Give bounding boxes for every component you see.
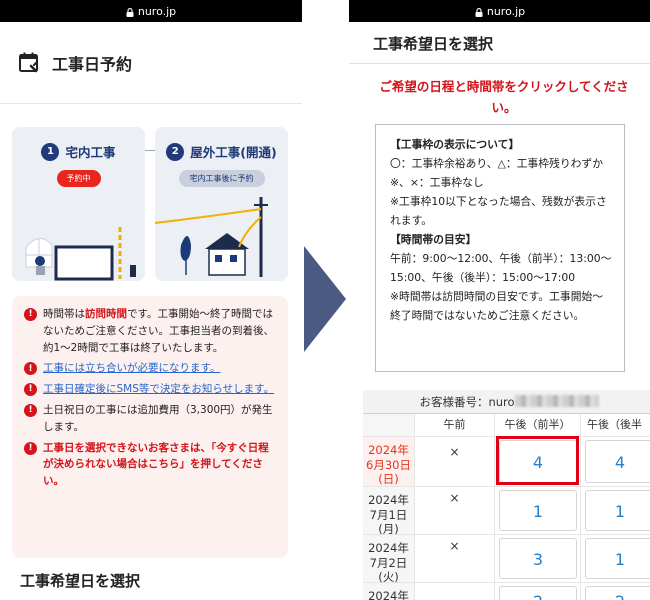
legend-note: ※工事枠10以下となった場合、残数が表示されます。 [390, 195, 607, 227]
slot-am-unavailable: × [415, 535, 494, 582]
status-badge-reserving: 予約中 [56, 170, 101, 187]
column-header-pm1: 午後（前半） [495, 414, 580, 436]
attendance-required-link[interactable]: 工事には立ち合いが必要になります。 [43, 360, 220, 377]
step-progress: 1 宅内工事 予約中 2 屋外工事(開通) 宅内工事後に予約 [12, 127, 288, 283]
notice-item: ! 土日祝日の工事には追加費用（3,300円）が発生します。 [24, 402, 278, 436]
step-number: 1 [41, 142, 60, 161]
left-phone-screen: nuro.jp 工事日予約 1 宅内工事 予約中 2 屋外工事(開通) 宅内工事… [0, 0, 302, 600]
page-title: 工事日予約 [52, 54, 133, 74]
slot-legend-box: 【工事枠の表示について】 〇：工事枠余裕あり、△：工事枠残りわずか※、×：工事枠… [375, 124, 625, 372]
calendar-icon [19, 52, 38, 72]
right-phone-screen: nuro.jp 工事希望日を選択 ご希望の日程と時間帯をクリックしてください。 … [349, 0, 650, 600]
house-pole-illustration [155, 197, 268, 277]
slot-pm1-button[interactable]: 2 [499, 586, 577, 600]
notice-item: ! 工事日を選択できないお客さまは、「今すぐ日程が決められない場合はこちら」を押… [24, 440, 278, 490]
slot-pm2-button[interactable]: 4 [585, 440, 650, 483]
timeslot-text: 午前：9:00〜12:00、午後（前半）：13:00〜15:00、午後（後半）：… [390, 252, 612, 284]
step-label: 屋外工事(開通) [190, 145, 277, 160]
next-arrow-icon [304, 246, 346, 352]
exclamation-icon: ! [24, 403, 37, 417]
column-header-pm2: 午後（後半 [581, 414, 650, 436]
notice-item: ! 工事日確定後にSMS等で決定をお知らせします。 [24, 381, 278, 398]
slot-am-unavailable: × [415, 437, 494, 486]
page-title: 工事希望日を選択 [373, 35, 494, 53]
step-card-outdoor: 2 屋外工事(開通) 宅内工事後に予約 [155, 127, 288, 281]
exclamation-icon: ! [24, 308, 37, 321]
url-text: nuro.jp [137, 4, 177, 18]
slot-pm2-button[interactable]: 2 [585, 586, 650, 600]
legend-heading: 【工事枠の表示について】 [390, 138, 520, 151]
schedule-table: お客様番号：nuro 午前 午後（前半） 午後（後半 2024年 6月30日 (日)… [363, 390, 650, 600]
exclamation-icon: ! [24, 362, 37, 376]
slot-pm1-button[interactable]: 1 [499, 490, 577, 531]
visit-time-emphasis: 訪問時間 [85, 308, 127, 320]
slot-am-unavailable: × [415, 487, 494, 534]
step-label: 宅内工事 [65, 145, 116, 160]
selection-highlight [496, 436, 579, 485]
timeslot-heading: 【時間帯の目安】 [390, 233, 477, 246]
column-header-date [363, 414, 414, 436]
status-bar: nuro.jp [0, 0, 302, 22]
date-cell: 2024年 [363, 583, 414, 600]
lock-icon [126, 7, 134, 17]
status-bar: nuro.jp [349, 0, 650, 22]
slot-pm1-button[interactable]: 3 [499, 538, 577, 579]
blurred-customer-id [514, 395, 599, 407]
customer-number: お客様番号：nuro [363, 390, 650, 414]
notice-item: ! 時間帯は訪問時間です。工事開始〜終了時間ではないためご注意ください。工事担当… [24, 306, 278, 356]
slot-pm2-button[interactable]: 1 [585, 490, 650, 531]
table-cell [415, 583, 494, 600]
date-cell: 2024年 6月30日 (日) [363, 437, 414, 486]
date-cell: 2024年 7月2日 (火) [363, 535, 414, 584]
indoor-room-illustration [25, 227, 136, 281]
notice-item: ! 工事には立ち合いが必要になります。 [24, 360, 278, 377]
sms-notice-link[interactable]: 工事日確定後にSMS等で決定をお知らせします。 [43, 381, 274, 398]
step-number: 2 [166, 142, 185, 161]
date-cell: 2024年 7月1日 (月) [363, 487, 414, 536]
step-card-indoor: 1 宅内工事 予約中 [12, 127, 145, 281]
slot-pm2-button[interactable]: 1 [585, 538, 650, 579]
url-text: nuro.jp [486, 4, 526, 18]
page-header: 工事希望日を選択 [349, 22, 650, 64]
status-badge-after-indoor: 宅内工事後に予約 [178, 170, 265, 187]
weekend-fee-text: 土日祝日の工事には追加費用（3,300円）が発生します。 [43, 403, 273, 433]
section-title: 工事希望日を選択 [20, 572, 141, 590]
instruction-text: ご希望の日程と時間帯をクリックしてください。 [379, 79, 629, 115]
column-header-am: 午前 [415, 414, 494, 436]
page-header: 工事日予約 [0, 22, 302, 104]
cannot-select-text: 工事日を選択できないお客さまは、「今すぐ日程が決められない場合はこちら」を押して… [43, 441, 269, 488]
timeslot-note: ※時間帯は訪問時間の目安です。工事開始〜終了時間ではないためご注意ください。 [390, 290, 604, 322]
exclamation-icon: ! [24, 383, 37, 397]
exclamation-icon: ! [24, 441, 37, 455]
lock-icon [475, 7, 483, 17]
legend-text: 〇：工事枠余裕あり、△：工事枠残りわずか※、×：工事枠なし [390, 157, 604, 189]
notice-panel: ! 時間帯は訪問時間です。工事開始〜終了時間ではないためご注意ください。工事担当… [12, 296, 288, 558]
step-connector [145, 150, 155, 151]
